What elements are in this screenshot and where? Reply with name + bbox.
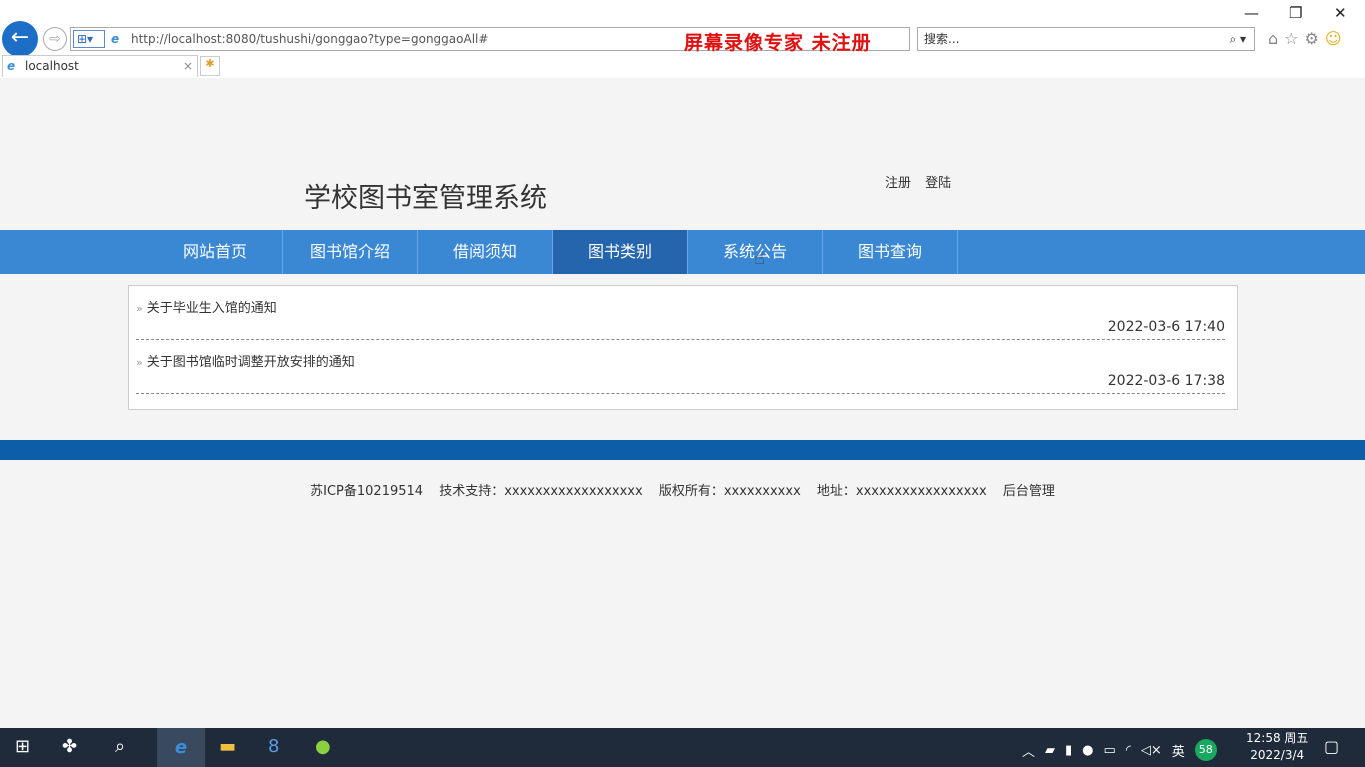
file-explorer-icon[interactable]: ▬ — [219, 736, 236, 757]
nav-book-search[interactable]: 图书查询 — [823, 230, 958, 274]
notice-date: 2022-03-6 17:38 — [1107, 373, 1225, 389]
nav-borrow-rules[interactable]: 借阅须知 — [418, 230, 553, 274]
list-item: » 关于图书馆临时调整开放安排的通知 2022-03-6 17:38 — [136, 340, 1225, 394]
nav-book-categories[interactable]: 图书类别 — [553, 230, 688, 274]
footer-band — [0, 440, 1365, 460]
hand-cursor-icon: ☝ — [754, 248, 765, 269]
microphone-icon[interactable]: ▮ — [1065, 743, 1072, 758]
icp-text: 苏ICP备10219514 — [310, 484, 424, 499]
clock[interactable]: 12:58 周五 2022/3/4 — [1246, 730, 1308, 764]
minimize-button[interactable]: — — [1244, 4, 1259, 22]
smiley-icon[interactable]: ☺ — [1325, 29, 1348, 48]
ie-taskbar-icon[interactable]: e — [157, 728, 205, 767]
tab-title: localhost — [25, 59, 79, 73]
forward-button[interactable]: ⇨ — [43, 27, 67, 51]
watermark: 屏幕录像专家 未注册 — [684, 32, 872, 54]
app-pinwheel-icon[interactable]: ✤ — [62, 736, 77, 757]
search-icon[interactable]: ⌕ ▾ — [1229, 28, 1246, 50]
wifi-icon[interactable]: ◜ — [1126, 743, 1131, 758]
auth-links: 注册 登陆 — [885, 172, 961, 191]
badge[interactable]: 58 — [1194, 739, 1217, 761]
battery-icon[interactable]: ▭ — [1104, 743, 1116, 758]
search-input[interactable]: 搜索... ⌕ ▾ — [917, 27, 1255, 51]
url-text[interactable]: http://localhost:8080/tushushi/gonggao?t… — [131, 28, 488, 50]
toolbar-icons: ⌂☆⚙☺ — [1268, 29, 1348, 48]
app-icon[interactable]: 8 — [268, 736, 279, 757]
ime-indicator[interactable]: 英 — [1172, 741, 1185, 760]
ie-icon: e — [7, 59, 16, 73]
camera-icon[interactable]: ▰ — [1045, 743, 1055, 758]
list-item: » 关于毕业生入馆的通知 2022-03-6 17:40 — [136, 286, 1225, 340]
volume-muted-icon[interactable]: ◁× — [1141, 743, 1162, 758]
nav-home[interactable]: 网站首页 — [148, 230, 283, 274]
bullet-icon: » — [136, 302, 143, 315]
notice-title[interactable]: » 关于图书馆临时调整开放安排的通知 — [136, 351, 355, 370]
main-nav: 网站首页 图书馆介绍 借阅须知 图书类别 系统公告 图书查询 — [0, 230, 1365, 274]
home-icon[interactable]: ⌂ — [1268, 29, 1284, 48]
system-tray: ︿ ▰ ▮ ● ▭ ◜ ◁× 英 58 — [1022, 739, 1217, 761]
admin-link[interactable]: 后台管理 — [1003, 484, 1055, 499]
star-icon[interactable]: ☆ — [1284, 29, 1304, 48]
compat-shield-icon[interactable]: ⊞▾ — [73, 30, 105, 48]
bullet-icon: » — [136, 356, 143, 369]
time: 12:58 周五 — [1246, 731, 1309, 745]
notification-icon[interactable]: ▢ — [1324, 737, 1339, 756]
date: 2022/3/4 — [1250, 748, 1305, 762]
address-text: 地址：xxxxxxxxxxxxxxxxx — [816, 484, 987, 499]
notice-date: 2022-03-6 17:40 — [1107, 319, 1225, 335]
search-icon[interactable]: ⌕ — [115, 736, 125, 757]
login-link[interactable]: 登陆 — [925, 176, 951, 191]
support-text: 技术支持：xxxxxxxxxxxxxxxxxx — [439, 484, 643, 499]
gear-icon[interactable]: ⚙ — [1305, 29, 1325, 48]
app-green-icon[interactable]: ● — [315, 736, 331, 757]
chevron-up-icon[interactable]: ︿ — [1022, 741, 1035, 760]
new-tab-button[interactable]: ✱ — [200, 56, 220, 76]
close-button[interactable]: ✕ — [1334, 4, 1347, 22]
nav-library-intro[interactable]: 图书馆介绍 — [283, 230, 418, 274]
notice-title[interactable]: » 关于毕业生入馆的通知 — [136, 297, 277, 316]
qq-icon[interactable]: ● — [1082, 743, 1093, 758]
close-tab-icon[interactable]: × — [183, 56, 193, 76]
windows-start-icon[interactable]: ⊞ — [15, 736, 30, 757]
back-button[interactable]: ← — [2, 21, 38, 57]
site-title: 学校图书室管理系统 — [304, 183, 547, 214]
notice-title-text[interactable]: 关于图书馆临时调整开放安排的通知 — [147, 355, 355, 370]
notice-list: » 关于毕业生入馆的通知 2022-03-6 17:40 » 关于图书馆临时调整开放… — [128, 285, 1238, 410]
search-placeholder: 搜索... — [924, 32, 960, 46]
browser-tab[interactable]: e localhost × — [2, 55, 198, 77]
ie-icon: e — [111, 32, 120, 46]
browser-chrome: ← ⇨ ⊞▾ e http://localhost:8080/tushushi/… — [0, 0, 1365, 78]
copyright-text: 版权所有：xxxxxxxxxx — [658, 484, 801, 499]
taskbar: ⊞ ✤ ⌕ e ▬ 8 ● ︿ ▰ ▮ ● ▭ ◜ ◁× 英 58 12:58 … — [0, 728, 1365, 767]
notice-title-text[interactable]: 关于毕业生入馆的通知 — [147, 301, 277, 316]
register-link[interactable]: 注册 — [885, 176, 911, 191]
footer: 苏ICP备10219514 技术支持：xxxxxxxxxxxxxxxxxx 版权… — [0, 480, 1365, 499]
restore-button[interactable]: ❐ — [1289, 4, 1302, 22]
